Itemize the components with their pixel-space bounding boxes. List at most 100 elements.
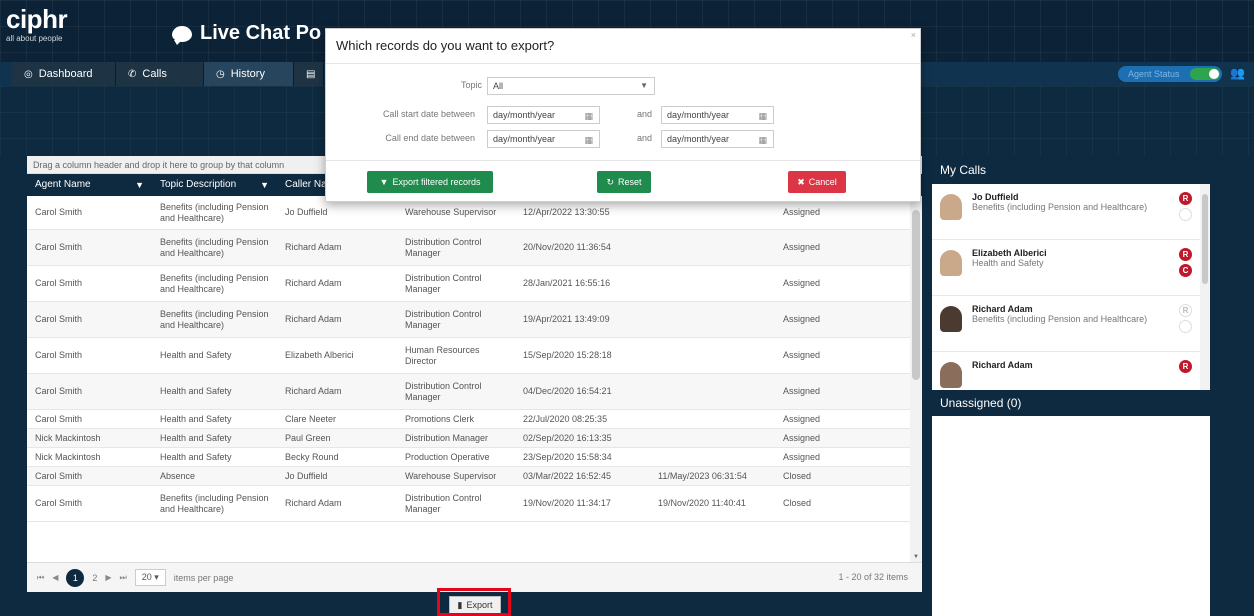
grid-body: Carol Smith Benefits (including Pension a…: [27, 196, 910, 562]
close-icon: ✖: [797, 176, 805, 187]
my-calls-title: My Calls: [932, 156, 1210, 184]
phone-icon: ✆: [128, 68, 137, 80]
unassigned-title: Unassigned (0): [932, 390, 1210, 416]
cell-agent: Carol Smith: [35, 314, 83, 324]
topic-value: All: [493, 81, 504, 91]
cell-role: Distribution Control Manager: [405, 492, 482, 514]
table-row[interactable]: Carol Smith Health and Safety Richard Adam…: [27, 374, 910, 410]
cell-role: Distribution Control Manager: [405, 380, 482, 402]
history-icon: ◷: [216, 68, 225, 80]
status-badge[interactable]: R: [1179, 192, 1192, 205]
status-badge[interactable]: R: [1179, 248, 1192, 261]
last-page-icon[interactable]: ⏭: [120, 573, 127, 583]
page-1-button[interactable]: 1: [66, 568, 85, 587]
filter-icon[interactable]: ▼: [135, 174, 144, 196]
cell-caller: Becky Round: [285, 451, 339, 462]
table-row[interactable]: Carol Smith Health and Safety Elizabeth Al…: [27, 338, 910, 374]
calendar-icon[interactable]: ▦: [584, 108, 593, 124]
cell-topic: Health and Safety: [160, 451, 232, 462]
table-row[interactable]: Nick Mackintosh Health and Safety Becky Ro…: [27, 448, 910, 467]
cell-status: Closed: [783, 470, 812, 481]
cell-status: Assigned: [783, 350, 821, 360]
grid-scrollbar[interactable]: ▼: [910, 196, 922, 562]
tab-reports[interactable]: ▤: [294, 62, 324, 86]
first-page-icon[interactable]: ⏮: [37, 573, 44, 583]
table-row[interactable]: Carol Smith Benefits (including Pension a…: [27, 266, 910, 302]
unassigned-list: [932, 416, 1210, 616]
table-row[interactable]: Carol Smith Benefits (including Pension a…: [27, 486, 910, 522]
column-agent-name[interactable]: Agent Name ▼: [27, 174, 152, 196]
cell-topic: Health and Safety: [160, 350, 232, 360]
status-badge[interactable]: C: [1179, 264, 1192, 277]
cell-agent: Carol Smith: [35, 242, 83, 252]
list-item[interactable]: Jo Duffield Benefits (including Pension a…: [932, 184, 1210, 240]
users-icon[interactable]: 👥: [1230, 66, 1245, 80]
next-page-icon[interactable]: ▶: [105, 573, 111, 582]
page-2-button[interactable]: 2: [92, 573, 97, 583]
table-row[interactable]: Carol Smith Absence Jo Duffield Warehouse S…: [27, 467, 910, 486]
calendar-icon[interactable]: ▦: [758, 132, 767, 148]
close-icon[interactable]: ×: [911, 30, 916, 40]
right-panel: My Calls Jo Duffield Benefits (including …: [932, 156, 1210, 616]
scroll-down-icon[interactable]: ▼: [913, 554, 919, 560]
cell-status: Assigned: [783, 413, 821, 424]
table-row[interactable]: Carol Smith Health and Safety Clare Neeter…: [27, 410, 910, 429]
cancel-button[interactable]: ✖ Cancel: [788, 171, 846, 193]
cell-agent: Carol Smith: [35, 350, 83, 360]
cell-role: Warehouse Supervisor: [405, 470, 497, 481]
tab-label: History: [230, 68, 265, 80]
cell-topic: Absence: [160, 470, 196, 481]
cell-start: 15/Sep/2020 15:28:18: [523, 350, 612, 360]
cell-caller: Paul Green: [285, 432, 331, 443]
prev-page-icon[interactable]: ◀: [52, 573, 58, 582]
date-placeholder: day/month/year: [667, 110, 730, 120]
reset-button[interactable]: ↻ Reset: [597, 171, 651, 193]
toggle-switch[interactable]: [1190, 68, 1220, 80]
call-end-to-input[interactable]: day/month/year ▦: [661, 130, 774, 148]
button-label: Export filtered records: [392, 177, 481, 187]
chart-icon: ▤: [306, 68, 316, 80]
ciphr-logo: ciphr all about people: [6, 6, 68, 43]
call-end-from-input[interactable]: day/month/year ▦: [487, 130, 600, 148]
filter-icon[interactable]: ▼: [260, 174, 269, 196]
scroll-thumb[interactable]: [1202, 194, 1208, 284]
cell-start: 20/Nov/2020 11:36:54: [523, 242, 611, 252]
table-row[interactable]: Carol Smith Benefits (including Pension a…: [27, 230, 910, 266]
page-size-select[interactable]: 20 ▾: [134, 569, 166, 586]
status-badge[interactable]: [1179, 208, 1192, 221]
call-start-from-input[interactable]: day/month/year ▦: [487, 106, 600, 124]
cell-end: 11/May/2023 06:31:54: [658, 470, 747, 481]
scroll-thumb[interactable]: [912, 210, 920, 380]
tab-history[interactable]: ◷ History: [204, 62, 294, 86]
topic-select[interactable]: All ▼: [487, 77, 655, 95]
list-item[interactable]: Richard Adam R: [932, 352, 1210, 390]
calendar-icon[interactable]: ▦: [584, 132, 593, 148]
cell-agent: Nick Mackintosh: [35, 451, 101, 462]
button-label: Reset: [618, 177, 642, 187]
caller-name: Richard Adam: [972, 360, 1033, 370]
list-item[interactable]: Elizabeth Alberici Health and Safety R C: [932, 240, 1210, 296]
cell-role: Human Resources Director: [405, 344, 480, 366]
tab-dashboard[interactable]: ◎ Dashboard: [12, 62, 116, 86]
agent-status-toggle[interactable]: Agent Status: [1118, 66, 1222, 82]
table-row[interactable]: Nick Mackintosh Health and Safety Paul Gre…: [27, 429, 910, 448]
brand-tagline: all about people: [6, 34, 63, 43]
cell-role: Distribution Manager: [405, 432, 489, 443]
cell-caller: Richard Adam: [285, 242, 342, 252]
cell-topic: Health and Safety: [160, 413, 232, 424]
list-item[interactable]: Richard Adam Benefits (including Pension …: [932, 296, 1210, 352]
calendar-icon[interactable]: ▦: [758, 108, 767, 124]
table-row[interactable]: Carol Smith Benefits (including Pension a…: [27, 302, 910, 338]
export-filtered-button[interactable]: ▼ Export filtered records: [367, 171, 493, 193]
cell-start: 28/Jan/2021 16:55:16: [523, 278, 611, 288]
cell-topic: Benefits (including Pension and Healthca…: [160, 272, 269, 294]
tab-calls[interactable]: ✆ Calls: [116, 62, 204, 86]
column-topic-description[interactable]: Topic Description ▼: [152, 174, 277, 196]
call-start-to-input[interactable]: day/month/year ▦: [661, 106, 774, 124]
my-calls-scrollbar[interactable]: [1200, 184, 1210, 390]
status-badge[interactable]: R: [1179, 360, 1192, 373]
cell-end: [650, 266, 775, 301]
status-badge[interactable]: R: [1179, 304, 1192, 317]
caller-name: Jo Duffield: [972, 192, 1019, 202]
status-badge[interactable]: [1179, 320, 1192, 333]
